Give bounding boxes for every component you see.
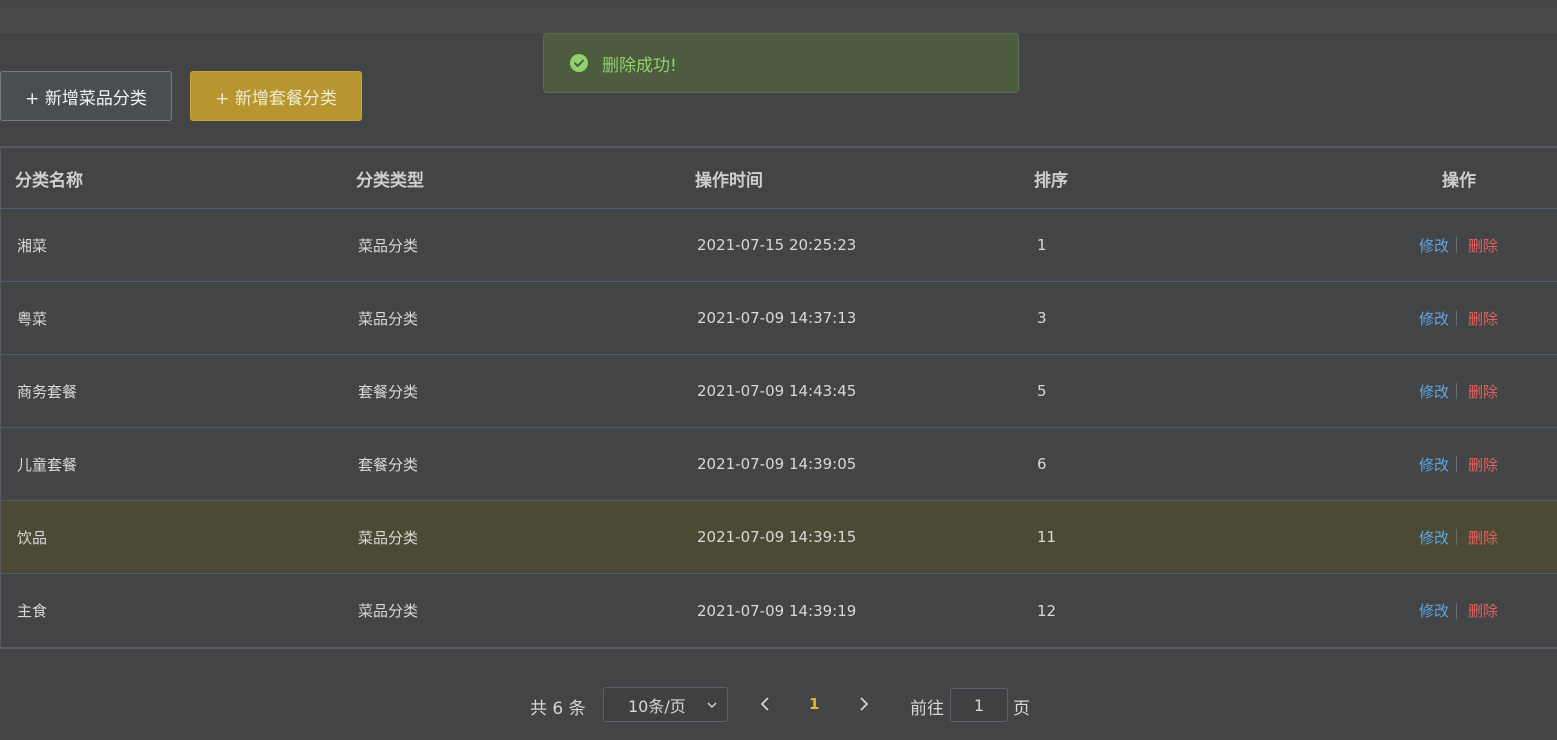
header-operation-time: 操作时间 <box>695 170 763 191</box>
cell-type: 菜品分类 <box>358 528 419 547</box>
cell-operations: 修改 删除 <box>1419 454 1498 475</box>
total-count: 共 6 条 <box>530 699 586 719</box>
cell-type: 套餐分类 <box>358 382 419 401</box>
table-row: 儿童套餐 套餐分类 2021-07-09 14:39:05 6 修改 删除 <box>1 428 1557 501</box>
cell-operations: 修改 删除 <box>1419 381 1498 402</box>
cell-name: 湘菜 <box>17 236 48 255</box>
delete-link[interactable]: 删除 <box>1468 235 1498 256</box>
cell-sort: 12 <box>1037 601 1057 620</box>
toast-message: 删除成功! <box>602 55 677 76</box>
category-table: 分类名称 分类类型 操作时间 排序 操作 湘菜 菜品分类 2021-07-15 … <box>0 146 1557 649</box>
table-row: 商务套餐 套餐分类 2021-07-09 14:43:45 5 修改 删除 <box>1 355 1557 428</box>
divider <box>1456 310 1458 326</box>
delete-link[interactable]: 删除 <box>1468 600 1498 621</box>
delete-link[interactable]: 删除 <box>1468 454 1498 475</box>
cell-type: 套餐分类 <box>358 455 419 474</box>
cell-time: 2021-07-15 20:25:23 <box>697 236 857 254</box>
cell-name: 儿童套餐 <box>17 455 78 474</box>
divider <box>1456 383 1458 399</box>
check-circle-icon <box>570 54 588 72</box>
cell-operations: 修改 删除 <box>1419 600 1498 621</box>
cell-operations: 修改 删除 <box>1419 527 1498 548</box>
cell-name: 饮品 <box>17 528 48 547</box>
divider <box>1456 529 1458 545</box>
cell-type: 菜品分类 <box>358 602 419 620</box>
edit-link[interactable]: 修改 <box>1419 600 1449 621</box>
divider <box>1456 237 1458 253</box>
table-header: 分类名称 分类类型 操作时间 排序 操作 <box>1 148 1557 209</box>
edit-link[interactable]: 修改 <box>1419 527 1449 548</box>
divider <box>1456 602 1458 619</box>
cell-sort: 3 <box>1037 309 1047 327</box>
cell-type: 菜品分类 <box>358 236 419 255</box>
edit-link[interactable]: 修改 <box>1419 235 1449 256</box>
success-toast: 删除成功! <box>543 33 1019 93</box>
chevron-right-icon[interactable] <box>855 695 871 713</box>
edit-link[interactable]: 修改 <box>1419 454 1449 475</box>
delete-link[interactable]: 删除 <box>1468 381 1498 402</box>
cell-operations: 修改 删除 <box>1419 308 1498 329</box>
edit-link[interactable]: 修改 <box>1419 308 1449 329</box>
edit-link[interactable]: 修改 <box>1419 381 1449 402</box>
add-combo-category-button[interactable]: + 新增套餐分类 <box>190 71 362 121</box>
pagination: 共 6 条 10条/页 1 前往 页 <box>0 687 1557 723</box>
table-row-hovered: 饮品 菜品分类 2021-07-09 14:39:15 11 修改 删除 <box>1 501 1557 574</box>
add-dish-category-button[interactable]: + 新增菜品分类 <box>0 71 172 121</box>
cell-time: 2021-07-09 14:43:45 <box>697 382 857 400</box>
header-sort: 排序 <box>1034 170 1068 191</box>
chevron-left-icon[interactable] <box>758 695 774 713</box>
top-bar <box>0 8 1557 33</box>
page-size-select[interactable]: 10条/页 <box>603 687 728 722</box>
current-page[interactable]: 1 <box>809 695 819 713</box>
header-operations: 操作 <box>1442 170 1476 191</box>
cell-time: 2021-07-09 14:37:13 <box>697 309 857 327</box>
chevron-down-icon <box>707 702 717 708</box>
table-row: 湘菜 菜品分类 2021-07-15 20:25:23 1 修改 删除 <box>1 209 1557 282</box>
cell-sort: 5 <box>1037 382 1047 400</box>
cell-sort: 11 <box>1037 528 1057 546</box>
page-suffix: 页 <box>1013 699 1030 719</box>
page-size-value: 10条/页 <box>628 696 686 716</box>
cell-time: 2021-07-09 14:39:15 <box>697 528 857 546</box>
cell-sort: 1 <box>1037 236 1047 254</box>
header-category-name: 分类名称 <box>15 170 83 191</box>
header-category-type: 分类类型 <box>356 170 424 191</box>
cell-sort: 6 <box>1037 455 1047 473</box>
delete-link[interactable]: 删除 <box>1468 308 1498 329</box>
divider <box>1456 456 1458 472</box>
goto-page-input[interactable] <box>950 688 1008 722</box>
cell-time: 2021-07-09 14:39:05 <box>697 455 857 473</box>
goto-label: 前往 <box>910 699 944 719</box>
cell-name: 商务套餐 <box>17 382 78 401</box>
cell-operations: 修改 删除 <box>1419 235 1498 256</box>
cell-type: 菜品分类 <box>358 309 419 328</box>
cell-name: 主食 <box>17 602 48 620</box>
table-row: 粤菜 菜品分类 2021-07-09 14:37:13 3 修改 删除 <box>1 282 1557 355</box>
cell-name: 粤菜 <box>17 309 48 328</box>
delete-link[interactable]: 删除 <box>1468 527 1498 548</box>
cell-time: 2021-07-09 14:39:19 <box>697 601 857 620</box>
table-row: 主食 菜品分类 2021-07-09 14:39:19 12 修改 删除 <box>1 574 1557 647</box>
